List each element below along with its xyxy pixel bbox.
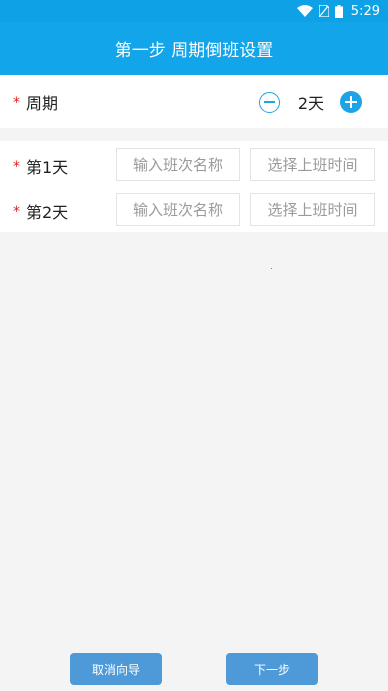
battery-icon (334, 4, 343, 18)
app-bar: 第一步 周期倒班设置 (0, 22, 388, 75)
cycle-value: 2天 (297, 94, 324, 113)
status-icons: 5:29 (296, 3, 380, 19)
shift-time-placeholder: 选择上班时间 (267, 156, 358, 174)
shift-name-placeholder: 输入班次名称 (132, 201, 223, 219)
next-step-label: 下一步 (253, 662, 290, 677)
shift-name-input[interactable]: 输入班次名称 (116, 193, 240, 226)
required-mark: * (13, 95, 20, 111)
artifact-dot (271, 268, 272, 269)
shift-time-placeholder: 选择上班时间 (267, 201, 358, 219)
days-card: * 第1天 输入班次名称 选择上班时间 * 第2天 输入班次名称 选择上班时间 (0, 141, 388, 232)
decrease-button[interactable] (258, 91, 280, 113)
required-mark: * (13, 204, 20, 220)
day-label-group: * 第1天 (13, 154, 68, 178)
increase-button[interactable] (340, 91, 362, 113)
page-title: 第一步 周期倒班设置 (114, 41, 274, 61)
day-label: 第2天 (26, 203, 69, 222)
wifi-icon (296, 5, 313, 17)
cycle-label-group: * 周期 (13, 90, 58, 114)
cycle-row: * 周期 2天 (0, 75, 388, 128)
status-time: 5:29 (350, 3, 380, 19)
cancel-wizard-button[interactable]: 取消向导 (70, 653, 162, 685)
shift-time-select[interactable]: 选择上班时间 (250, 148, 375, 181)
day-label: 第1天 (26, 158, 69, 177)
minus-icon (263, 101, 275, 103)
sim-icon (318, 5, 329, 17)
day-label-group: * 第2天 (13, 199, 68, 223)
status-bar: 5:29 (0, 0, 388, 22)
shift-time-select[interactable]: 选择上班时间 (250, 193, 375, 226)
shift-name-input[interactable]: 输入班次名称 (116, 148, 240, 181)
shift-name-placeholder: 输入班次名称 (132, 156, 223, 174)
required-mark: * (13, 159, 20, 175)
cycle-stepper: 2天 (258, 89, 362, 115)
cancel-wizard-label: 取消向导 (91, 662, 140, 677)
cycle-label: 周期 (26, 94, 59, 113)
next-step-button[interactable]: 下一步 (226, 653, 318, 685)
